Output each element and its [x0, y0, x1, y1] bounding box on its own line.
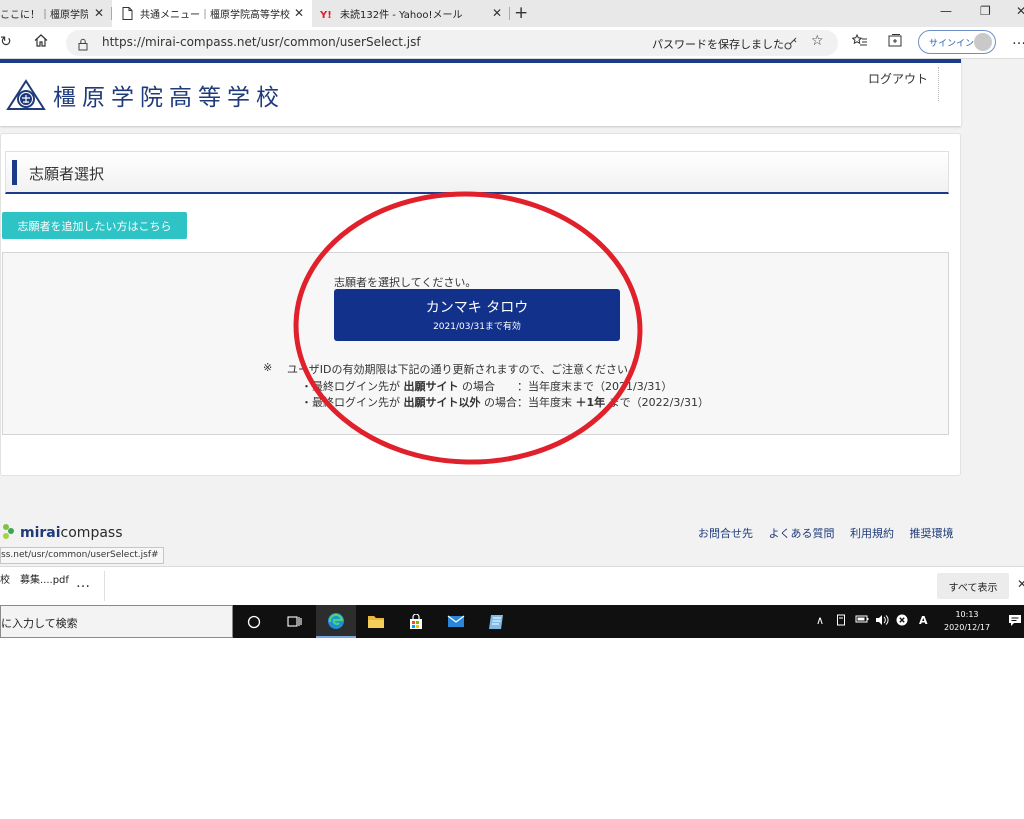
tray-chevron-icon[interactable]: ∧ — [816, 614, 824, 627]
minimize-button[interactable]: — — [940, 4, 952, 18]
password-saved-text[interactable]: パスワードを保存しました — [652, 36, 784, 52]
favorites-list-icon[interactable] — [851, 33, 867, 51]
home-icon[interactable] — [34, 34, 48, 51]
tab-close-icon[interactable]: ✕ — [294, 6, 304, 20]
mail-icon[interactable] — [436, 605, 476, 638]
avatar — [974, 33, 992, 51]
browser-tab-2[interactable]: 共通メニュー｜橿原学院高等学校 ✕ — [112, 0, 312, 27]
ime-indicator[interactable]: A — [919, 614, 928, 627]
site-header: 橿原学院高等学校 ログアウト — [0, 59, 961, 126]
window-close-button[interactable]: ✕ — [1016, 4, 1024, 18]
note-line-1: ・最終ログイン先が 出願サイト の場合 ：当年度末まで（2021/3/31） — [301, 378, 672, 394]
cortana-icon[interactable] — [234, 605, 274, 638]
download-divider — [104, 571, 105, 601]
tab-close-icon[interactable]: ✕ — [94, 6, 104, 20]
section-header: 志願者選択 — [5, 151, 949, 194]
note-line-2-bold: 出願サイト以外 — [403, 396, 481, 409]
note-line-1-suffix: の場合 ：当年度末まで（2021/3/31） — [462, 380, 673, 393]
note-line-2-bold-2: ＋1年 — [575, 396, 606, 409]
tab-separator — [509, 7, 510, 20]
svg-text:Y!: Y! — [320, 10, 332, 19]
collections-icon[interactable] — [888, 34, 902, 51]
page-icon — [120, 7, 134, 21]
note-line-2-suffix: の場合：当年度末 — [484, 396, 572, 409]
miraicompass-logo: miraicompass — [0, 521, 123, 545]
edge-browser-icon[interactable] — [316, 605, 356, 638]
signin-button[interactable]: サインイン — [918, 30, 996, 54]
section-accent-bar — [12, 160, 17, 185]
lock-icon — [78, 36, 88, 55]
tab-title: 共通メニュー｜橿原学院高等学校 — [140, 10, 290, 21]
url-text: https://mirai-compass.net/usr/common/use… — [102, 35, 421, 49]
clock-time: 10:13 — [955, 610, 979, 619]
footer-link-contact[interactable]: お問合せ先 — [698, 527, 753, 540]
applicant-button[interactable]: カンマキ タロウ 2021/03/31まで有効 — [334, 289, 620, 341]
browser-tab-bar: ここに！｜橿原学院高 ✕ 共通メニュー｜橿原学院高等学校 ✕ Y! 未読132件… — [0, 0, 1024, 27]
screenshot: ここに！｜橿原学院高 ✕ 共通メニュー｜橿原学院高等学校 ✕ Y! 未読132件… — [0, 0, 1024, 638]
system-clock[interactable]: 10:13 2020/12/17 — [944, 608, 990, 634]
restore-button[interactable]: ❐ — [980, 4, 991, 18]
note-line-2: ・最終ログイン先が 出願サイト以外 の場合：当年度末 ＋1年 まで（2022/3… — [301, 394, 709, 410]
school-crest-icon — [6, 79, 46, 117]
tab-title: ここに！｜橿原学院高 — [0, 10, 88, 21]
status-url-tooltip: ss.net/usr/common/userSelect.jsf# — [0, 547, 164, 564]
select-prompt: 志願者を選択してください。 — [334, 276, 477, 289]
note-mark: ※ — [263, 361, 273, 374]
page-title: 志願者選択 — [29, 165, 105, 183]
note-line-2-end: まで（2022/3/31） — [608, 396, 710, 409]
taskbar-search-input[interactable]: に入力して検索 — [0, 605, 233, 638]
browser-tab-3[interactable]: Y! 未読132件 - Yahoo!メール ✕ — [312, 0, 510, 27]
note-main: ユーザIDの有効期限は下記の通り更新されますので、ご注意ください。 — [287, 363, 640, 376]
favorite-star-icon[interactable]: ☆ — [811, 33, 824, 49]
applicant-name: カンマキ タロウ — [425, 300, 529, 316]
refresh-icon[interactable]: ↻ — [0, 34, 12, 50]
download-bar-close-icon[interactable]: ✕ — [1017, 577, 1024, 591]
notification-center-icon[interactable] — [1008, 614, 1022, 630]
note-line-1-bold: 出願サイト — [403, 380, 459, 393]
signin-label: サインイン — [929, 39, 975, 49]
show-all-button[interactable]: すべて表示 — [937, 573, 1009, 599]
file-explorer-icon[interactable] — [356, 605, 396, 638]
logout-link[interactable]: ログアウト — [868, 70, 928, 87]
header-divider — [938, 67, 939, 101]
footer-link-environment[interactable]: 推奨環境 — [910, 527, 954, 540]
add-applicant-button[interactable]: 志願者を追加したい方はこちら — [2, 212, 187, 239]
download-file-label[interactable]: 校 募集....pdf — [0, 571, 69, 586]
task-view-icon[interactable] — [274, 605, 314, 638]
windows-taskbar: に入力して検索 ∧ A 10:13 2020/12/17 — [0, 605, 1024, 638]
key-icon[interactable] — [784, 35, 798, 54]
taskbar-search-placeholder: に入力して検索 — [1, 617, 78, 630]
url-field[interactable]: https://mirai-compass.net/usr/common/use… — [66, 30, 838, 56]
applicant-validity: 2021/03/31まで有効 — [433, 322, 521, 332]
main-card: 志願者選択 志願者を追加したい方はこちら 志願者を選択してください。 カンマキ … — [0, 133, 961, 476]
clock-date: 2020/12/17 — [944, 623, 991, 632]
download-bar: 校 募集....pdf … すべて表示 ✕ — [0, 566, 1024, 605]
miraicompass-logo-icon — [0, 521, 18, 545]
note-line-2-prefix: ・最終ログイン先が — [301, 396, 400, 409]
network-disconnected-icon[interactable] — [896, 614, 908, 629]
download-more-icon[interactable]: … — [76, 575, 90, 591]
tab-title: 未読132件 - Yahoo!メール — [340, 10, 463, 21]
address-bar: ↻ https://mirai-compass.net/usr/common/u… — [0, 27, 1024, 59]
battery-icon[interactable] — [855, 614, 869, 627]
yahoo-icon: Y! — [320, 7, 334, 21]
applicant-select-panel: 志願者を選択してください。 カンマキ タロウ 2021/03/31まで有効 ※ … — [2, 252, 949, 435]
footer-link-faq[interactable]: よくある質問 — [769, 527, 835, 540]
notes-app-icon[interactable] — [476, 605, 516, 638]
store-icon[interactable] — [396, 605, 436, 638]
note-line-1-prefix: ・最終ログイン先が — [301, 380, 400, 393]
tab-close-icon[interactable]: ✕ — [492, 6, 502, 20]
browser-tab-1[interactable]: ここに！｜橿原学院高 ✕ — [0, 0, 112, 27]
volume-icon[interactable] — [875, 614, 889, 629]
school-name: 橿原学院高等学校 — [53, 85, 285, 111]
tray-device-icon[interactable] — [836, 614, 846, 629]
footer-link-terms[interactable]: 利用規約 — [850, 527, 894, 540]
footer-links: お問合せ先 よくある質問 利用規約 推奨環境 — [698, 525, 966, 541]
new-tab-button[interactable]: + — [514, 3, 528, 23]
more-menu-icon[interactable]: … — [1012, 32, 1024, 48]
miraicompass-wordmark: miraicompass — [20, 525, 123, 541]
